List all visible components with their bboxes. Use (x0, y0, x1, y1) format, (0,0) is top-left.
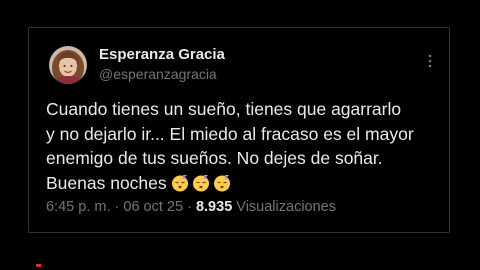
post-card: Esperanza Gracia @esperanzagracia Cuando… (28, 27, 450, 233)
post-text-line: y no dejarlo ir... El miedo al fracaso e… (46, 123, 414, 144)
meta-separator: · (114, 199, 120, 215)
page: Esperanza Gracia @esperanzagracia Cuando… (0, 0, 480, 270)
corner-mark (36, 264, 41, 267)
post-text-line: Buenas noches (46, 172, 167, 193)
sleeping-face-icon (171, 174, 189, 192)
post-text-line: enemigo de tus sueños. No dejes de soñar… (46, 148, 383, 168)
more-options-icon[interactable] (423, 52, 437, 70)
post-text-last-line: Buenas noches (46, 171, 441, 199)
meta-separator: · (187, 199, 192, 215)
post-meta: 6:45 p. m. · 06 oct 25 · 8.935 Visualiza… (46, 199, 336, 215)
post-text-line: Cuando tienes un sueño, tienes que agarr… (46, 99, 402, 119)
sleeping-face-icon (192, 174, 210, 192)
author-handle[interactable]: @esperanzagracia (99, 66, 217, 82)
post-text: Cuando tienes un sueño, tienes que agarr… (46, 97, 441, 198)
sleeping-face-icon (213, 174, 231, 192)
views-count[interactable]: 8.935 (196, 199, 232, 215)
avatar[interactable] (49, 46, 87, 84)
emoji-row (171, 174, 234, 199)
post-time[interactable]: 6:45 p. m. (46, 199, 110, 215)
author-name[interactable]: Esperanza Gracia (99, 46, 225, 63)
post-date[interactable]: 06 oct 25 (123, 199, 183, 215)
views-label[interactable]: Visualizaciones (236, 199, 336, 215)
